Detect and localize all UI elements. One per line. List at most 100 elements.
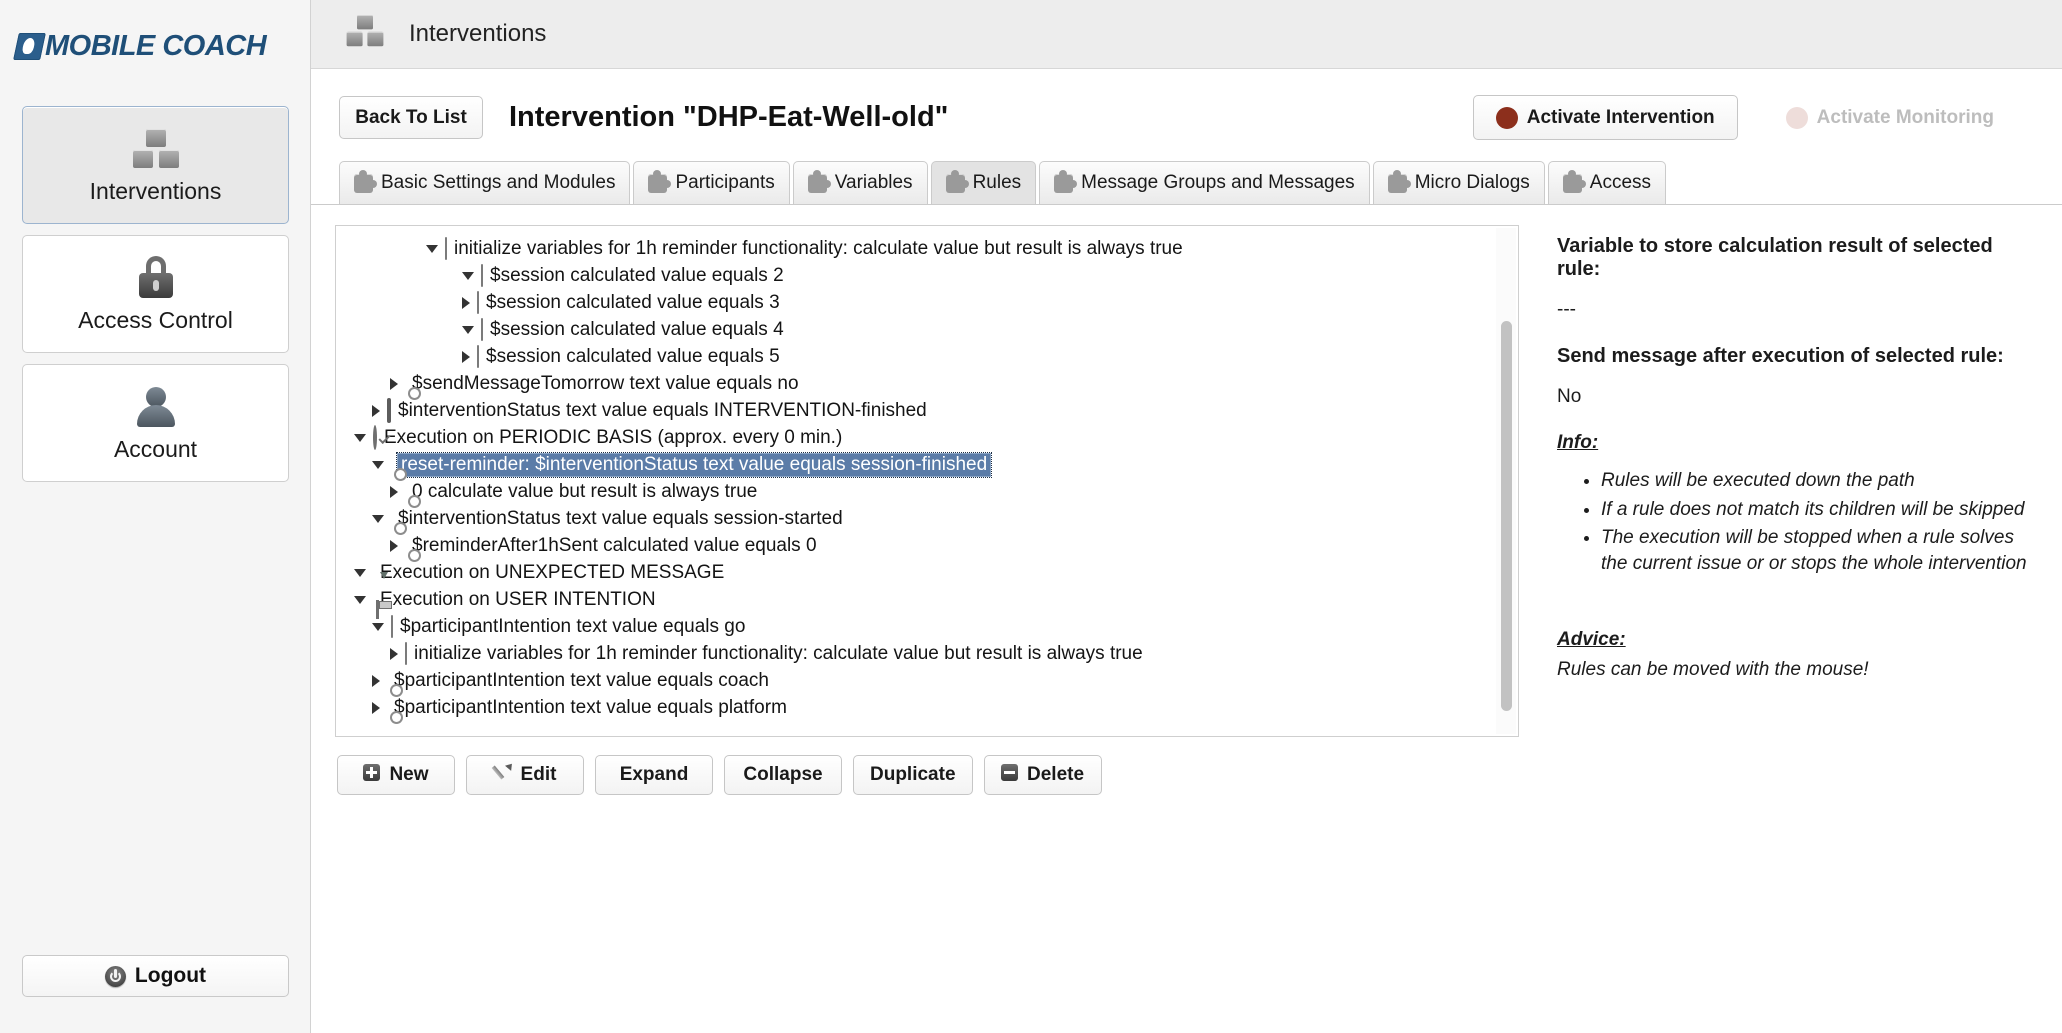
tree-row[interactable]: reset-reminder: $interventionStatus text… [336,451,1518,478]
rect-icon [445,238,447,260]
sidebar-item-interventions[interactable]: Interventions [22,106,289,224]
tree-row[interactable]: $interventionStatus text value equals se… [336,505,1518,532]
status-dot-icon [1496,107,1518,129]
collapse-button[interactable]: Collapse [724,755,842,795]
tab-label: Rules [973,172,1022,194]
sidebar-item-account[interactable]: Account [22,364,289,482]
tree-row[interactable]: $reminderAfter1hSent calculated value eq… [336,532,1518,559]
puzzle-icon [648,174,667,193]
activate-intervention-button[interactable]: Activate Intervention [1473,95,1738,140]
sidebar-item-label: Account [114,436,197,463]
button-label: Duplicate [870,764,956,786]
rect-dark-icon [387,400,391,422]
brand-name: MOBILE COACH [45,30,266,63]
activate-monitoring-button[interactable]: Activate Monitoring [1764,95,2016,140]
rules-tree[interactable]: initialize variables for 1h reminder fun… [336,226,1518,736]
expand-arrow-down-icon[interactable] [354,569,366,577]
tab-participants[interactable]: Participants [633,161,789,204]
tree-row-label: $session calculated value equals 5 [486,346,780,368]
puzzle-icon [1388,174,1407,193]
button-label: New [389,764,428,786]
expand-arrow-down-icon[interactable] [372,623,384,631]
expand-arrow-right-icon[interactable] [390,378,398,390]
puzzle-icon [1563,174,1582,193]
blocks-icon [130,125,182,169]
tab-rules[interactable]: Rules [931,161,1037,204]
tree-row[interactable]: $session calculated value equals 4 [336,316,1518,343]
back-to-list-button[interactable]: Back To List [339,96,483,139]
lock-icon [136,254,176,298]
tree-row[interactable]: $sendMessageTomorrow text value equals n… [336,370,1518,397]
rect-icon [481,265,483,287]
expand-arrow-right-icon[interactable] [372,702,380,714]
expand-button[interactable]: Expand [595,755,713,795]
expand-arrow-right-icon[interactable] [462,351,470,363]
tree-row[interactable]: Execution on USER INTENTION [336,586,1518,613]
info-bullet: If a rule does not match its children wi… [1601,497,2038,523]
edit-button[interactable]: Edit [466,755,584,795]
puzzle-icon [354,174,373,193]
new-button[interactable]: New [337,755,455,795]
activate-intervention-label: Activate Intervention [1527,107,1715,129]
expand-arrow-right-icon[interactable] [372,405,380,417]
tree-scrollbar-thumb[interactable] [1501,321,1512,711]
status-dot-icon [1786,107,1808,129]
tree-row[interactable]: $session calculated value equals 5 [336,343,1518,370]
rule-info-panel: Variable to store calculation result of … [1557,225,2038,737]
tree-row[interactable]: initialize variables for 1h reminder fun… [336,235,1518,262]
pencil-icon [494,763,512,787]
sidebar-item-label: Access Control [78,307,233,334]
expand-arrow-down-icon[interactable] [462,272,474,280]
delete-button[interactable]: Delete [984,755,1102,795]
tree-row[interactable]: 0 calculate value but result is always t… [336,478,1518,505]
logout-area: Logout [22,955,289,997]
tree-row-label: Execution on PERIODIC BASIS (approx. eve… [384,427,842,449]
expand-arrow-down-icon[interactable] [372,461,384,469]
expand-arrow-right-icon[interactable] [390,648,398,660]
expand-arrow-down-icon[interactable] [372,515,384,523]
tree-row-label: $session calculated value equals 4 [490,319,784,341]
page-title: Intervention "DHP-Eat-Well-old" [509,101,948,134]
power-icon [105,966,126,987]
tree-row[interactable]: $participantIntention text value equals … [336,613,1518,640]
topbar: Interventions [311,0,2062,69]
tree-row[interactable]: Execution on PERIODIC BASIS (approx. eve… [336,424,1518,451]
expand-arrow-right-icon[interactable] [390,540,398,552]
expand-arrow-down-icon[interactable] [462,326,474,334]
tree-row[interactable]: $session calculated value equals 3 [336,289,1518,316]
brand-logo: MOBILE COACH [0,0,310,84]
logout-button[interactable]: Logout [22,955,289,997]
app-root: MOBILE COACH Interventions Access Contro… [0,0,2062,1033]
tree-scrollbar[interactable] [1496,228,1516,734]
tree-row-label: $session calculated value equals 2 [490,265,784,287]
sidebar-item-access-control[interactable]: Access Control [22,235,289,353]
expand-arrow-right-icon[interactable] [390,486,398,498]
sidebar-item-label: Interventions [90,178,222,205]
expand-arrow-down-icon[interactable] [354,596,366,604]
tree-row[interactable]: Execution on UNEXPECTED MESSAGE [336,559,1518,586]
tree-row[interactable]: $interventionStatus text value equals IN… [336,397,1518,424]
tree-row[interactable]: $participantIntention text value equals … [336,694,1518,721]
tree-row-label: $interventionStatus text value equals IN… [398,400,927,422]
minus-icon [1001,764,1018,787]
expand-arrow-down-icon[interactable] [354,434,366,442]
tab-variables[interactable]: Variables [793,161,928,204]
puzzle-icon [1054,174,1073,193]
tree-row[interactable]: initialize variables for 1h reminder fun… [336,640,1518,667]
topbar-title: Interventions [409,20,546,48]
tab-access[interactable]: Access [1548,161,1666,204]
expand-arrow-right-icon[interactable] [372,675,380,687]
expand-arrow-right-icon[interactable] [462,297,470,309]
tree-row-label: Execution on USER INTENTION [380,589,656,611]
tab-message-groups-and-messages[interactable]: Message Groups and Messages [1039,161,1370,204]
advice-text: Rules can be moved with the mouse! [1557,659,2038,681]
tree-row[interactable]: $session calculated value equals 2 [336,262,1518,289]
tree-row[interactable]: $participantIntention text value equals … [336,667,1518,694]
puzzle-icon [808,174,827,193]
tab-basic-settings-and-modules[interactable]: Basic Settings and Modules [339,161,630,204]
expand-arrow-down-icon[interactable] [426,245,438,253]
duplicate-button[interactable]: Duplicate [853,755,973,795]
tab-micro-dialogs[interactable]: Micro Dialogs [1373,161,1545,204]
sidebar-nav: Interventions Access Control Account [0,84,310,482]
person-icon [135,383,177,427]
